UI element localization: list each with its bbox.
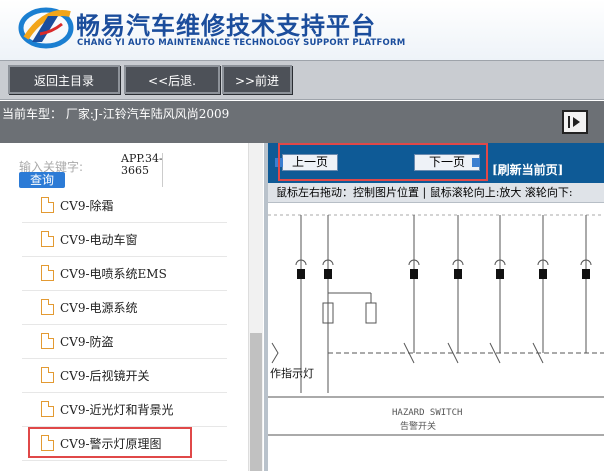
tree-item-label: CV9-后视镜开关 [60, 369, 150, 383]
tree-item-label: CV9-近光灯和背景光 [60, 403, 174, 417]
switch-label-cn: 告警开关 [400, 420, 436, 432]
app-code: APP.34-3665 [121, 152, 163, 177]
usage-hint: 鼠标左右拖动：控制图片位置 | 鼠标滚轮向上:放大 滚轮向下: [268, 183, 604, 203]
navigation-bar: 返回主目录 <<后退. >>前进 [0, 60, 604, 100]
search-button[interactable]: 查询 [19, 172, 65, 188]
document-icon [41, 197, 54, 213]
header: 畅易汽车维修技术支持平台 CHANG YI AUTO MAINTENANCE T… [0, 0, 604, 60]
page-nav-highlight [278, 143, 488, 181]
tree-item[interactable]: CV9-近光灯和背景光 [22, 393, 227, 427]
wiring-diagram[interactable]: 作指示灯 HAZARD SWITCH 告警开关 [268, 203, 604, 471]
document-viewer: 上一页 下一页 [刷新当前页] 鼠标左右拖动：控制图片位置 | 鼠标滚轮向上:放… [264, 143, 604, 471]
document-icon [41, 265, 54, 281]
document-icon [41, 367, 54, 383]
document-icon [41, 333, 54, 349]
platform-subtitle: CHANG YI AUTO MAINTENANCE TECHNOLOGY SUP… [77, 38, 406, 48]
logo-icon [18, 7, 74, 49]
tree-item[interactable]: CV9-电源系统 [22, 291, 227, 325]
current-vehicle-label: 当前车型： 厂家:J-江铃汽车陆风风尚2009 [2, 107, 230, 121]
refresh-page-link[interactable]: [刷新当前页] [492, 161, 563, 178]
tree-item-label: CV9-电源系统 [60, 301, 138, 315]
forward-button[interactable]: >>前进 [222, 65, 292, 94]
scrollbar-thumb[interactable] [250, 333, 262, 471]
tree-item-label: CV9-电喷系统EMS [60, 267, 167, 281]
catalog-panel: 输入关键字: 查询 APP.34-3665 CV9-除霜 CV9-电动车窗 CV… [0, 143, 264, 471]
vehicle-bar: 当前车型： 厂家:J-江铃汽车陆风风尚2009 [0, 101, 604, 143]
tree-item[interactable]: CV9-电喷系统EMS [22, 257, 227, 291]
tree-item[interactable]: CV9-防盗 [22, 325, 227, 359]
platform-title: 畅易汽车维修技术支持平台 [76, 12, 376, 40]
panel-toggle-button[interactable] [562, 110, 588, 134]
viewer-toolbar: 上一页 下一页 [刷新当前页] [268, 143, 604, 183]
arrow-right-icon [573, 117, 580, 127]
tree-item[interactable]: CV9-后视镜开关 [22, 359, 227, 393]
tree-item[interactable]: CV9-除霜 [22, 189, 227, 223]
home-button[interactable]: 返回主目录 [8, 65, 120, 94]
document-icon [41, 401, 54, 417]
lamp-label: 作指示灯 [270, 366, 314, 380]
tree-item-label: CV9-防盗 [60, 335, 114, 349]
back-button[interactable]: <<后退. [124, 65, 220, 94]
selection-highlight [28, 427, 192, 458]
tree-item[interactable]: CV9-电动车窗 [22, 223, 227, 257]
scrollbar[interactable] [248, 143, 263, 471]
toggle-bar-icon [568, 116, 570, 128]
divider [162, 153, 163, 187]
document-icon [41, 299, 54, 315]
tree-item-label: CV9-除霜 [60, 199, 114, 213]
switch-label-en: HAZARD SWITCH [392, 408, 462, 418]
document-icon [41, 231, 54, 247]
tree-item-label: CV9-电动车窗 [60, 233, 138, 247]
